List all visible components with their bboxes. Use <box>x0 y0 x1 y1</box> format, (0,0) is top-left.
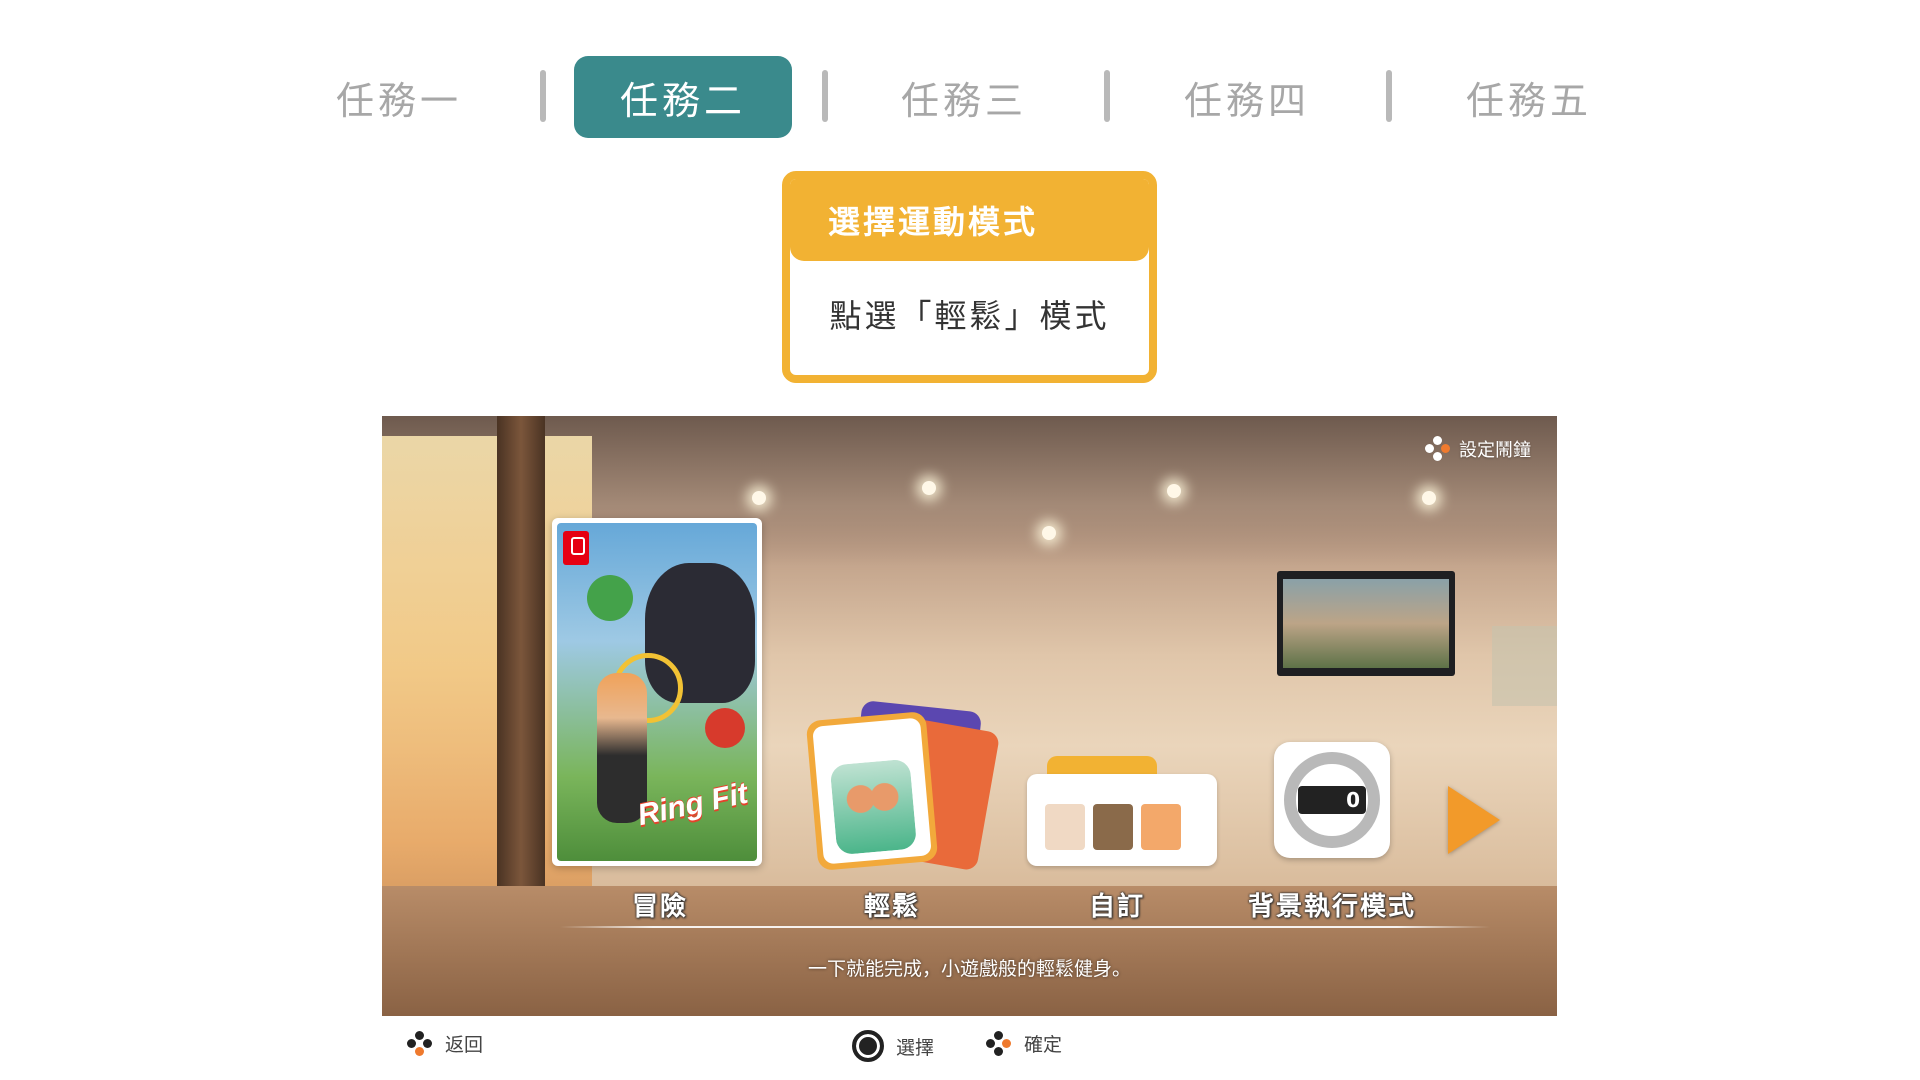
tab-task-5[interactable]: 任務五 <box>1420 56 1638 138</box>
exercise-thumbnail <box>1093 804 1133 850</box>
wall-art <box>1492 626 1557 706</box>
tab-task-3[interactable]: 任務三 <box>855 56 1073 138</box>
mode-description: 一下就能完成，小遊戲般的輕鬆健身。 <box>807 958 1131 980</box>
nintendo-switch-logo-icon <box>563 531 589 565</box>
ring-fit-logo: Ring Fit <box>634 776 751 833</box>
mode-label-relax: 輕鬆 <box>863 892 920 922</box>
next-arrow-icon[interactable] <box>1448 786 1500 854</box>
mode-label-adventure: 冒險 <box>631 892 688 922</box>
mode-divider <box>560 926 1490 928</box>
task-tabs: 任務一 任務二 任務三 任務四 任務五 <box>0 56 1920 138</box>
ceiling-light <box>1042 526 1056 540</box>
select-label: 選擇 <box>896 1036 935 1059</box>
exercise-thumbnail <box>1045 804 1085 850</box>
set-alarm-label: 設定鬧鐘 <box>1459 440 1531 461</box>
dpad-icon <box>986 1030 1012 1057</box>
tab-task-4[interactable]: 任務四 <box>1138 56 1356 138</box>
green-monster-icon <box>587 575 633 621</box>
game-screen: 設定鬧鐘 Ring Fit 0 冒險 輕鬆 自訂 背景執行模式 一下就能完成，小… <box>382 416 1557 1016</box>
mode-relax-icon[interactable] <box>805 698 1001 872</box>
ceiling-light <box>752 491 766 505</box>
a-button-icon <box>852 1030 884 1062</box>
mode-custom-icon[interactable] <box>1027 756 1227 868</box>
set-alarm-button[interactable]: 設定鬧鐘 <box>1425 436 1531 462</box>
back-label: 返回 <box>445 1034 484 1056</box>
tab-separator <box>1104 70 1110 122</box>
instruction-body: 點選「輕鬆」模式 <box>829 297 1110 335</box>
step-counter: 0 <box>1298 786 1366 814</box>
ceiling-light <box>1422 491 1436 505</box>
tv-screen <box>1283 579 1449 668</box>
instruction-title: 選擇運動模式 <box>790 179 1149 261</box>
relax-card <box>805 711 939 871</box>
select-hint[interactable]: 選擇 <box>852 1030 934 1062</box>
mode-background-icon[interactable]: 0 <box>1274 742 1390 858</box>
wall-tv <box>1277 571 1455 676</box>
tab-separator <box>1386 70 1392 122</box>
mode-label-custom: 自訂 <box>1088 892 1145 922</box>
mode-label-background: 背景執行模式 <box>1247 892 1416 922</box>
red-monster-icon <box>705 708 745 748</box>
ceiling-light <box>922 481 936 495</box>
exercise-thumbnail <box>1141 804 1181 850</box>
back-hint[interactable]: 返回 <box>407 1030 483 1057</box>
ring-fit-cover-image: Ring Fit <box>557 523 757 861</box>
instruction-card: 選擇運動模式 點選「輕鬆」模式 <box>782 171 1157 383</box>
confirm-hint[interactable]: 確定 <box>986 1030 1062 1057</box>
workout-list-card <box>1027 774 1217 866</box>
tab-separator <box>822 70 828 122</box>
ceiling-light <box>1167 484 1181 498</box>
shoulder-stretch-icon <box>829 758 918 856</box>
tab-task-2[interactable]: 任務二 <box>574 56 792 138</box>
confirm-label: 確定 <box>1024 1034 1063 1056</box>
dpad-icon <box>407 1030 433 1057</box>
counter-value: 0 <box>1346 788 1360 812</box>
mode-adventure-boxart[interactable]: Ring Fit <box>552 518 762 866</box>
tab-separator <box>540 70 546 122</box>
dpad-icon <box>1425 436 1451 462</box>
tab-task-1[interactable]: 任務一 <box>290 56 508 138</box>
